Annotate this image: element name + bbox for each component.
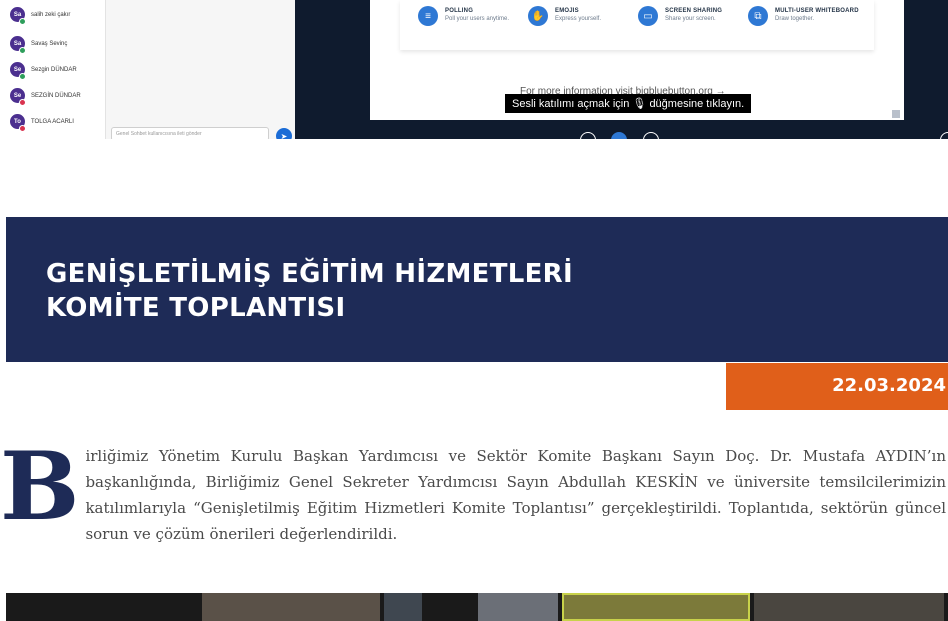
feature-item: ✋ EMOJIS Express yourself. [528,6,601,26]
feature-item: ▭ SCREEN SHARING Share your screen. [638,6,722,26]
feature-title: POLLING [445,8,474,14]
participant-name: salih zeki çakır [31,11,71,18]
title-line: GENİŞLETİLMİŞ EĞİTİM HİZMETLERİ [46,259,573,289]
video-tile [384,593,422,621]
avatar: To [10,114,26,132]
video-tile [478,593,558,621]
video-tile [562,593,750,621]
feature-desc: Poll your users anytime. [445,16,510,22]
video-tile [754,593,944,621]
emoji-hand-icon: ✋ [528,6,548,26]
options-button[interactable] [940,132,948,139]
feature-title: EMOJIS [555,8,579,14]
audio-tooltip: Sesli katılımı açmak için 🎙 düğmesine tı… [505,94,752,113]
title-banner: GENİŞLETİLMİŞ EĞİTİM HİZMETLERİ KOMİTE T… [6,217,948,362]
participant-list: Sa salih zeki çakır Sa Savaş Sevinç Se S… [0,0,105,139]
participant-row: Se SEZGİN DÜNDAR [10,88,81,106]
whiteboard-icon: ⧉ [748,6,768,26]
feature-desc: Express yourself. [555,16,602,22]
presentation-area: ≡ POLLING Poll your users anytime. ✋ EMOJ… [295,0,948,139]
meeting-photo [6,593,948,621]
video-tile [202,593,380,621]
title-line: KOMİTE TOPLANTISI [46,293,346,323]
participant-row: Se Sezgin DÜNDAR [10,62,77,80]
participant-name: Savaş Sevinç [31,40,68,47]
date-badge: 22.03.2024 [726,363,948,410]
page-title: GENİŞLETİLMİŞ EĞİTİM HİZMETLERİ KOMİTE T… [46,257,746,325]
participant-name: SEZGİN DÜNDAR [31,92,81,99]
screen-share-icon: ▭ [638,6,658,26]
meeting-screenshot: Sa salih zeki çakır Sa Savaş Sevinç Se S… [0,0,948,139]
participant-row: Sa salih zeki çakır [10,7,71,25]
send-message-button[interactable]: ➤ [276,128,292,139]
status-dot [19,47,26,54]
participant-row: Sa Savaş Sevinç [10,36,68,54]
send-icon: ➤ [280,131,288,140]
participant-name: TOLGA ACARLI [31,118,74,125]
video-button[interactable] [643,132,659,139]
feature-desc: Draw together. [775,16,815,22]
feature-desc: Share your screen. [665,16,716,22]
feature-title: SCREEN SHARING [665,8,723,14]
feature-item: ≡ POLLING Poll your users anytime. [418,6,509,26]
avatar: Se [10,88,26,106]
poll-icon: ≡ [418,6,438,26]
chat-input[interactable]: Genel Sohbet kullanıcısına ileti gönder [111,127,269,139]
avatar: Sa [10,36,26,54]
article-text: irliğimiz Yönetim Kurulu Başkan Yardımcı… [85,447,946,543]
audio-button[interactable] [611,132,627,139]
publish-date: 22.03.2024 [832,375,946,396]
feature-card: ≡ POLLING Poll your users anytime. ✋ EMOJ… [400,0,874,50]
status-dot [19,125,26,132]
chat-panel: Genel Sohbet kullanıcısına ileti gönder … [105,0,296,139]
status-dot [19,99,26,106]
drop-cap: B [0,432,80,542]
status-dot [19,73,26,80]
article-body: Birliğimiz Yönetim Kurulu Başkan Yardımc… [0,432,946,547]
avatar: Se [10,62,26,80]
participant-name: Sezgin DÜNDAR [31,66,77,73]
avatar: Sa [10,7,26,25]
feature-title: MULTI-USER WHITEBOARD [775,8,859,14]
status-dot [19,18,26,25]
fullscreen-button[interactable] [892,110,900,118]
participant-row: To TOLGA ACARLI [10,114,74,132]
microphone-button[interactable] [580,132,596,139]
feature-item: ⧉ MULTI-USER WHITEBOARD Draw together. [748,6,859,26]
